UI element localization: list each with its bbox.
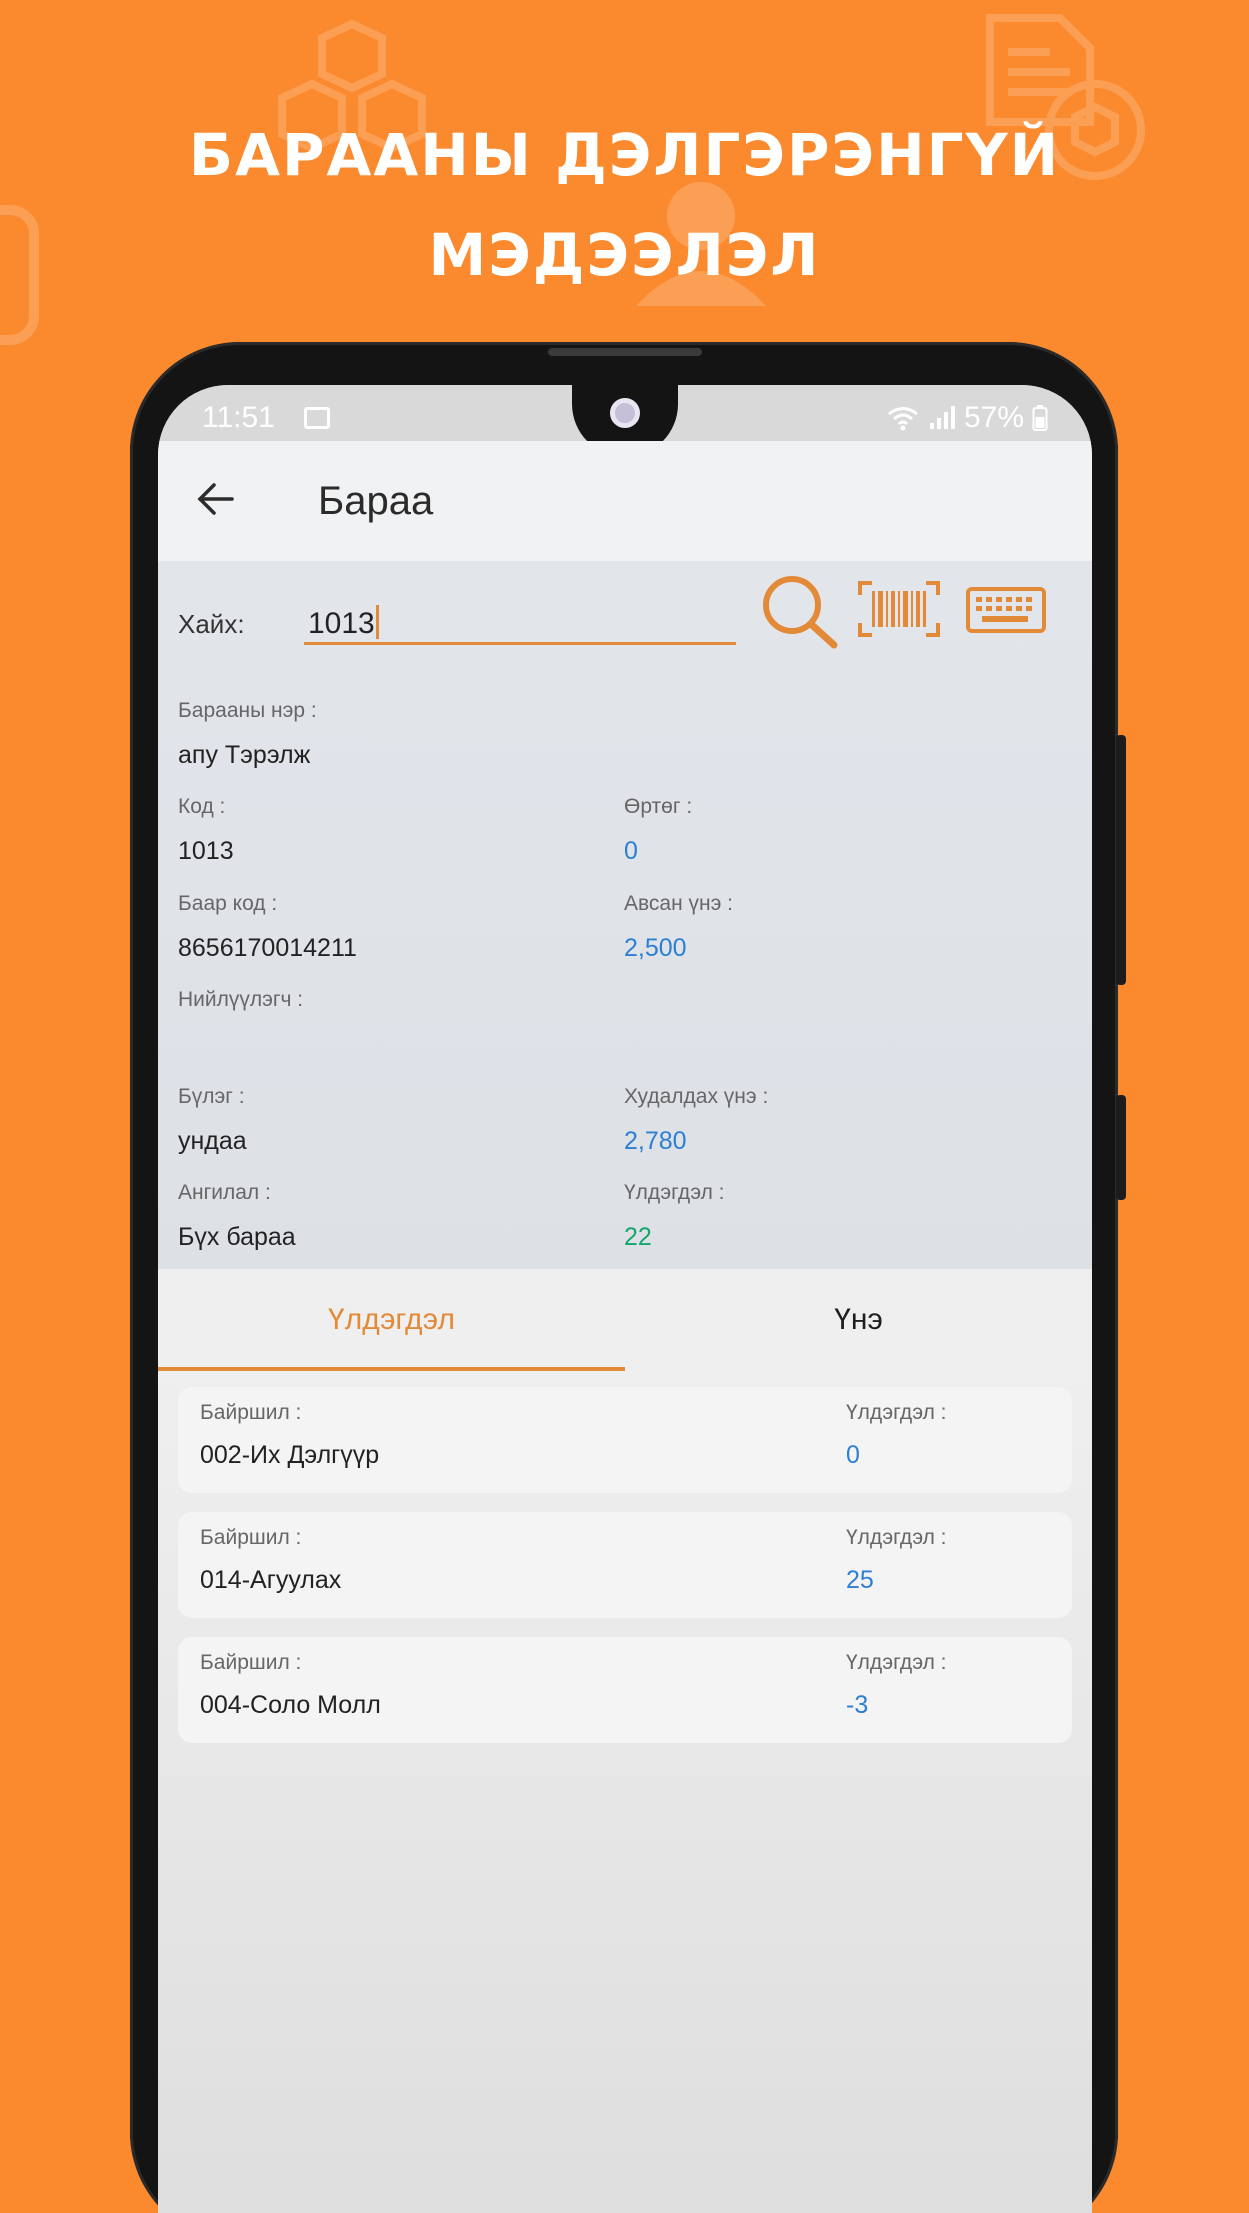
battery-icon xyxy=(1032,405,1048,431)
sale-price-label: Худалдах үнэ : xyxy=(624,1085,769,1108)
list-item[interactable]: Байршил : 002-Их Дэлгүүр Үлдэгдэл : 0 xyxy=(178,1387,1072,1493)
tab-bar: Үлдэгдэл Үнэ xyxy=(158,1269,1092,1371)
code-label: Код : xyxy=(178,795,226,818)
qty-label: Үлдэгдэл : xyxy=(846,1401,947,1424)
location-value: 014-Агуулах xyxy=(200,1566,342,1594)
wifi-icon xyxy=(888,407,918,431)
qty-label: Үлдэгдэл : xyxy=(846,1651,947,1674)
tab-price[interactable]: Үнэ xyxy=(625,1269,1092,1371)
name-value: апу Тэрэлж xyxy=(178,741,311,769)
back-arrow-icon[interactable] xyxy=(196,479,236,519)
search-icon[interactable] xyxy=(758,571,840,651)
volume-button xyxy=(1116,1095,1126,1200)
stock-value: 22 xyxy=(624,1223,652,1251)
name-label: Барааны нэр : xyxy=(178,699,317,722)
promo-title-line2: МЭДЭЭЛЭЛ xyxy=(428,221,821,289)
qty-value: -3 xyxy=(846,1691,869,1719)
search-input[interactable]: 1013 xyxy=(304,591,736,645)
location-value: 002-Их Дэлгүүр xyxy=(200,1441,380,1469)
signal-icon xyxy=(929,406,955,429)
status-right: 57% xyxy=(886,401,1048,435)
power-button xyxy=(1116,735,1126,985)
group-label: Бүлэг : xyxy=(178,1085,245,1108)
battery-percent: 57% xyxy=(963,401,1024,434)
speaker-grille xyxy=(548,348,702,356)
category-value: Бүх бараа xyxy=(178,1223,296,1251)
location-value: 004-Соло Молл xyxy=(200,1691,381,1719)
barcode-label: Баар код : xyxy=(178,892,278,915)
promo-title-line1: БАРААНЫ ДЭЛГЭРЭНГҮЙ xyxy=(188,121,1061,189)
cost-label: Өртөг : xyxy=(624,795,693,818)
front-camera xyxy=(610,398,640,428)
stock-list: Байршил : 002-Их Дэлгүүр Үлдэгдэл : 0 Ба… xyxy=(158,1371,1092,2213)
text-caret xyxy=(375,605,379,639)
location-label: Байршил : xyxy=(200,1401,302,1424)
purchase-price-value: 2,500 xyxy=(624,934,687,962)
group-value: ундаа xyxy=(178,1127,247,1155)
tab-stock[interactable]: Үлдэгдэл xyxy=(158,1269,625,1371)
gallery-icon xyxy=(304,407,330,429)
qty-value: 25 xyxy=(846,1566,874,1594)
phone-screen: 11:51 57% Бараа Хайх: 1013 Барааны нэр:… xyxy=(158,385,1092,2213)
stock-label: Үлдэгдэл : xyxy=(624,1181,725,1204)
sale-price-value: 2,780 xyxy=(624,1127,687,1155)
cost-value: 0 xyxy=(624,837,638,865)
qty-value: 0 xyxy=(846,1441,860,1469)
list-item[interactable]: Байршил : 014-Агуулах Үлдэгдэл : 25 xyxy=(178,1512,1072,1618)
qty-label: Үлдэгдэл : xyxy=(846,1526,947,1549)
location-label: Байршил : xyxy=(200,1526,302,1549)
list-item[interactable]: Байршил : 004-Соло Молл Үлдэгдэл : -3 xyxy=(178,1637,1072,1743)
location-label: Байршил : xyxy=(200,1651,302,1674)
page-title: Бараа xyxy=(318,479,434,523)
search-label: Хайх: xyxy=(178,609,245,639)
code-value: 1013 xyxy=(178,837,234,865)
status-time: 11:51 xyxy=(202,401,275,434)
app-bar: Бараа xyxy=(158,441,1092,561)
search-input-value: 1013 xyxy=(308,607,375,640)
product-detail-panel: Хайх: 1013 Барааны нэр: апу Тэрэлж Код … xyxy=(158,561,1092,1269)
purchase-price-label: Авсан үнэ : xyxy=(624,892,734,915)
keyboard-icon[interactable] xyxy=(966,587,1046,633)
barcode-value: 8656170014211 xyxy=(178,934,357,962)
category-label: Ангилал : xyxy=(178,1181,271,1204)
barcode-scan-icon[interactable] xyxy=(858,581,940,637)
promo-title: БАРААНЫ ДЭЛГЭРЭНГҮЙ МЭДЭЭЛЭЛ xyxy=(0,105,1249,305)
supplier-label: Нийлүүлэгч : xyxy=(178,988,304,1011)
